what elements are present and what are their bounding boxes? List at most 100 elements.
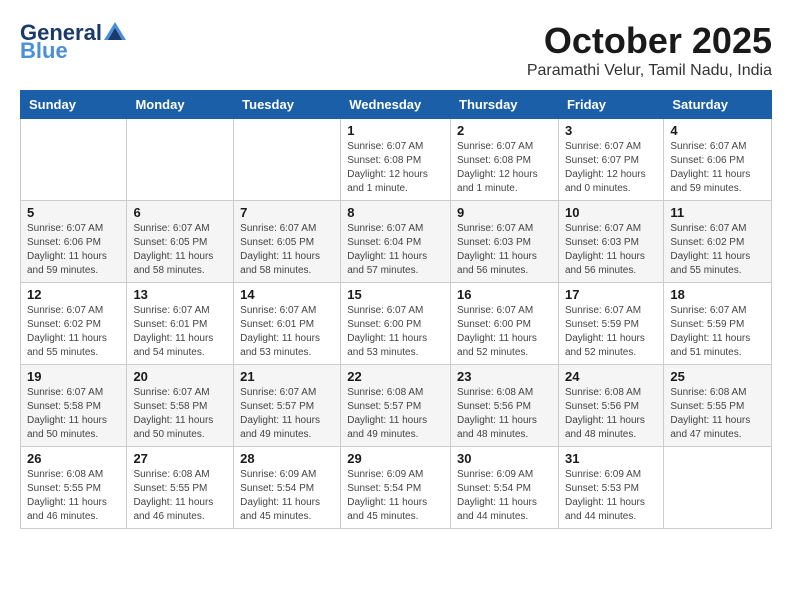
calendar-cell: 5 Sunrise: 6:07 AM Sunset: 6:06 PM Daylig… <box>21 201 127 283</box>
day-number: 26 <box>27 451 120 466</box>
day-info: Sunrise: 6:07 AM Sunset: 6:03 PM Dayligh… <box>565 222 657 278</box>
calendar-cell: 19 Sunrise: 6:07 AM Sunset: 5:58 PM Dayli… <box>21 365 127 447</box>
week-row-3: 12 Sunrise: 6:07 AM Sunset: 6:02 PM Dayli… <box>21 283 772 365</box>
calendar-cell: 10Sunrise: 6:07 AM Sunset: 6:03 PM Dayli… <box>558 201 663 283</box>
day-info: Sunrise: 6:09 AM Sunset: 5:54 PM Dayligh… <box>457 468 552 524</box>
calendar-cell: 27Sunrise: 6:08 AM Sunset: 5:55 PM Dayli… <box>127 447 234 529</box>
day-number: 19 <box>27 369 120 384</box>
day-number: 14 <box>240 287 334 302</box>
day-info: Sunrise: 6:08 AM Sunset: 5:55 PM Dayligh… <box>133 468 227 524</box>
day-info: Sunrise: 6:09 AM Sunset: 5:54 PM Dayligh… <box>240 468 334 524</box>
col-thursday: Thursday <box>451 91 559 119</box>
col-tuesday: Tuesday <box>234 91 341 119</box>
calendar-cell: 14 Sunrise: 6:07 AM Sunset: 6:01 PM Dayli… <box>234 283 341 365</box>
day-number: 15 <box>347 287 444 302</box>
title-section: October 2025 Paramathi Velur, Tamil Nadu… <box>527 20 772 80</box>
day-info: Sunrise: 6:08 AM Sunset: 5:57 PM Dayligh… <box>347 386 444 442</box>
day-number: 7 <box>240 205 334 220</box>
day-number: 3 <box>565 123 657 138</box>
calendar-table: Sunday Monday Tuesday Wednesday Thursday… <box>20 90 772 529</box>
calendar-cell: 20 Sunrise: 6:07 AM Sunset: 5:58 PM Dayli… <box>127 365 234 447</box>
calendar-cell: 1 Sunrise: 6:07 AM Sunset: 6:08 PM Daylig… <box>341 119 451 201</box>
day-info: Sunrise: 6:08 AM Sunset: 5:55 PM Dayligh… <box>27 468 120 524</box>
day-info: Sunrise: 6:07 AM Sunset: 6:04 PM Dayligh… <box>347 222 444 278</box>
week-row-4: 19 Sunrise: 6:07 AM Sunset: 5:58 PM Dayli… <box>21 365 772 447</box>
day-number: 22 <box>347 369 444 384</box>
calendar-cell: 16 Sunrise: 6:07 AM Sunset: 6:00 PM Dayli… <box>451 283 559 365</box>
day-info: Sunrise: 6:07 AM Sunset: 6:00 PM Dayligh… <box>457 304 552 360</box>
calendar-cell: 11Sunrise: 6:07 AM Sunset: 6:02 PM Dayli… <box>664 201 772 283</box>
day-number: 17 <box>565 287 657 302</box>
day-number: 20 <box>133 369 227 384</box>
calendar-cell: 15 Sunrise: 6:07 AM Sunset: 6:00 PM Dayli… <box>341 283 451 365</box>
calendar-cell: 21 Sunrise: 6:07 AM Sunset: 5:57 PM Dayli… <box>234 365 341 447</box>
col-friday: Friday <box>558 91 663 119</box>
day-info: Sunrise: 6:08 AM Sunset: 5:55 PM Dayligh… <box>670 386 765 442</box>
day-info: Sunrise: 6:09 AM Sunset: 5:54 PM Dayligh… <box>347 468 444 524</box>
day-number: 12 <box>27 287 120 302</box>
day-number: 31 <box>565 451 657 466</box>
day-info: Sunrise: 6:07 AM Sunset: 6:01 PM Dayligh… <box>240 304 334 360</box>
day-info: Sunrise: 6:07 AM Sunset: 5:58 PM Dayligh… <box>133 386 227 442</box>
day-number: 8 <box>347 205 444 220</box>
calendar-cell: 22 Sunrise: 6:08 AM Sunset: 5:57 PM Dayli… <box>341 365 451 447</box>
day-info: Sunrise: 6:07 AM Sunset: 6:06 PM Dayligh… <box>27 222 120 278</box>
day-info: Sunrise: 6:07 AM Sunset: 6:08 PM Dayligh… <box>457 140 552 196</box>
day-info: Sunrise: 6:07 AM Sunset: 6:08 PM Dayligh… <box>347 140 444 196</box>
day-info: Sunrise: 6:07 AM Sunset: 5:59 PM Dayligh… <box>670 304 765 360</box>
calendar-cell: 25Sunrise: 6:08 AM Sunset: 5:55 PM Dayli… <box>664 365 772 447</box>
col-monday: Monday <box>127 91 234 119</box>
logo-blue: Blue <box>20 38 68 64</box>
week-row-5: 26 Sunrise: 6:08 AM Sunset: 5:55 PM Dayli… <box>21 447 772 529</box>
logo-icon <box>104 22 126 40</box>
day-number: 6 <box>133 205 227 220</box>
calendar-cell: 24Sunrise: 6:08 AM Sunset: 5:56 PM Dayli… <box>558 365 663 447</box>
calendar-cell: 18 Sunrise: 6:07 AM Sunset: 5:59 PM Dayli… <box>664 283 772 365</box>
calendar-cell: 8 Sunrise: 6:07 AM Sunset: 6:04 PM Daylig… <box>341 201 451 283</box>
calendar-cell: 4 Sunrise: 6:07 AM Sunset: 6:06 PM Daylig… <box>664 119 772 201</box>
calendar-cell: 29 Sunrise: 6:09 AM Sunset: 5:54 PM Dayli… <box>341 447 451 529</box>
day-number: 28 <box>240 451 334 466</box>
day-info: Sunrise: 6:07 AM Sunset: 5:59 PM Dayligh… <box>565 304 657 360</box>
day-info: Sunrise: 6:07 AM Sunset: 6:05 PM Dayligh… <box>133 222 227 278</box>
day-info: Sunrise: 6:07 AM Sunset: 6:05 PM Dayligh… <box>240 222 334 278</box>
calendar-cell: 7 Sunrise: 6:07 AM Sunset: 6:05 PM Daylig… <box>234 201 341 283</box>
day-number: 5 <box>27 205 120 220</box>
day-info: Sunrise: 6:07 AM Sunset: 6:01 PM Dayligh… <box>133 304 227 360</box>
calendar-cell <box>234 119 341 201</box>
calendar-cell: 9Sunrise: 6:07 AM Sunset: 6:03 PM Daylig… <box>451 201 559 283</box>
calendar-cell: 17 Sunrise: 6:07 AM Sunset: 5:59 PM Dayli… <box>558 283 663 365</box>
calendar-cell: 3Sunrise: 6:07 AM Sunset: 6:07 PM Daylig… <box>558 119 663 201</box>
day-info: Sunrise: 6:07 AM Sunset: 6:00 PM Dayligh… <box>347 304 444 360</box>
day-number: 23 <box>457 369 552 384</box>
calendar-cell <box>21 119 127 201</box>
col-sunday: Sunday <box>21 91 127 119</box>
week-row-2: 5 Sunrise: 6:07 AM Sunset: 6:06 PM Daylig… <box>21 201 772 283</box>
calendar-cell: 30 Sunrise: 6:09 AM Sunset: 5:54 PM Dayli… <box>451 447 559 529</box>
col-wednesday: Wednesday <box>341 91 451 119</box>
col-saturday: Saturday <box>664 91 772 119</box>
day-number: 21 <box>240 369 334 384</box>
day-number: 29 <box>347 451 444 466</box>
logo: General Blue <box>20 20 126 64</box>
calendar-cell: 31 Sunrise: 6:09 AM Sunset: 5:53 PM Dayli… <box>558 447 663 529</box>
day-number: 4 <box>670 123 765 138</box>
calendar-cell: 28 Sunrise: 6:09 AM Sunset: 5:54 PM Dayli… <box>234 447 341 529</box>
calendar-cell <box>664 447 772 529</box>
day-number: 13 <box>133 287 227 302</box>
day-info: Sunrise: 6:07 AM Sunset: 5:57 PM Dayligh… <box>240 386 334 442</box>
day-number: 2 <box>457 123 552 138</box>
calendar-cell: 2 Sunrise: 6:07 AM Sunset: 6:08 PM Daylig… <box>451 119 559 201</box>
day-number: 30 <box>457 451 552 466</box>
day-info: Sunrise: 6:07 AM Sunset: 6:02 PM Dayligh… <box>27 304 120 360</box>
page-header: General Blue October 2025 Paramathi Velu… <box>20 20 772 80</box>
day-info: Sunrise: 6:09 AM Sunset: 5:53 PM Dayligh… <box>565 468 657 524</box>
day-number: 1 <box>347 123 444 138</box>
day-info: Sunrise: 6:07 AM Sunset: 6:06 PM Dayligh… <box>670 140 765 196</box>
day-number: 18 <box>670 287 765 302</box>
day-info: Sunrise: 6:08 AM Sunset: 5:56 PM Dayligh… <box>457 386 552 442</box>
day-info: Sunrise: 6:07 AM Sunset: 5:58 PM Dayligh… <box>27 386 120 442</box>
week-row-1: 1 Sunrise: 6:07 AM Sunset: 6:08 PM Daylig… <box>21 119 772 201</box>
day-number: 16 <box>457 287 552 302</box>
day-info: Sunrise: 6:07 AM Sunset: 6:03 PM Dayligh… <box>457 222 552 278</box>
